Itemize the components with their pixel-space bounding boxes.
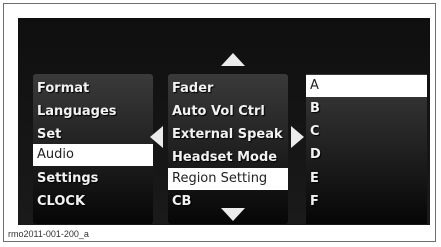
arrow-down-icon[interactable] [221, 208, 245, 221]
middle-menu-item-external-speak[interactable]: External Speak [168, 124, 288, 146]
left-menu-item-languages[interactable]: Languages [33, 101, 153, 123]
display-screen: Format Languages Set Audio Settings CLOC… [18, 18, 430, 225]
figure-caption: rmo2011-001-200_a [8, 229, 89, 239]
left-menu-item-set[interactable]: Set [33, 124, 153, 146]
right-menu-item-e[interactable]: E [306, 168, 427, 190]
right-menu-item-a[interactable]: A [306, 75, 427, 97]
right-menu-item-d[interactable]: D [306, 144, 427, 166]
middle-menu-item-region-setting[interactable]: Region Setting [168, 168, 288, 190]
arrow-up-icon[interactable] [221, 53, 245, 66]
middle-menu-item-fader[interactable]: Fader [168, 78, 288, 100]
left-menu-column: Format Languages Set Audio Settings CLOC… [33, 74, 153, 224]
arrow-left-icon[interactable] [150, 126, 163, 148]
left-menu-item-format[interactable]: Format [33, 78, 153, 100]
left-menu-item-audio[interactable]: Audio [33, 144, 153, 166]
right-menu-column: A B C D E F [306, 74, 427, 224]
left-menu-item-clock[interactable]: CLOCK [33, 191, 153, 213]
middle-menu-item-headset-mode[interactable]: Headset Mode [168, 147, 288, 169]
middle-menu-item-auto-vol-ctrl[interactable]: Auto Vol Ctrl [168, 101, 288, 123]
right-menu-item-c[interactable]: C [306, 121, 427, 143]
right-menu-item-f[interactable]: F [306, 191, 427, 213]
middle-menu-column: Fader Auto Vol Ctrl External Speak Heads… [168, 74, 288, 224]
arrow-right-icon[interactable] [291, 126, 304, 148]
right-menu-item-b[interactable]: B [306, 98, 427, 120]
figure-frame: Format Languages Set Audio Settings CLOC… [3, 3, 436, 242]
left-menu-item-settings[interactable]: Settings [33, 168, 153, 190]
